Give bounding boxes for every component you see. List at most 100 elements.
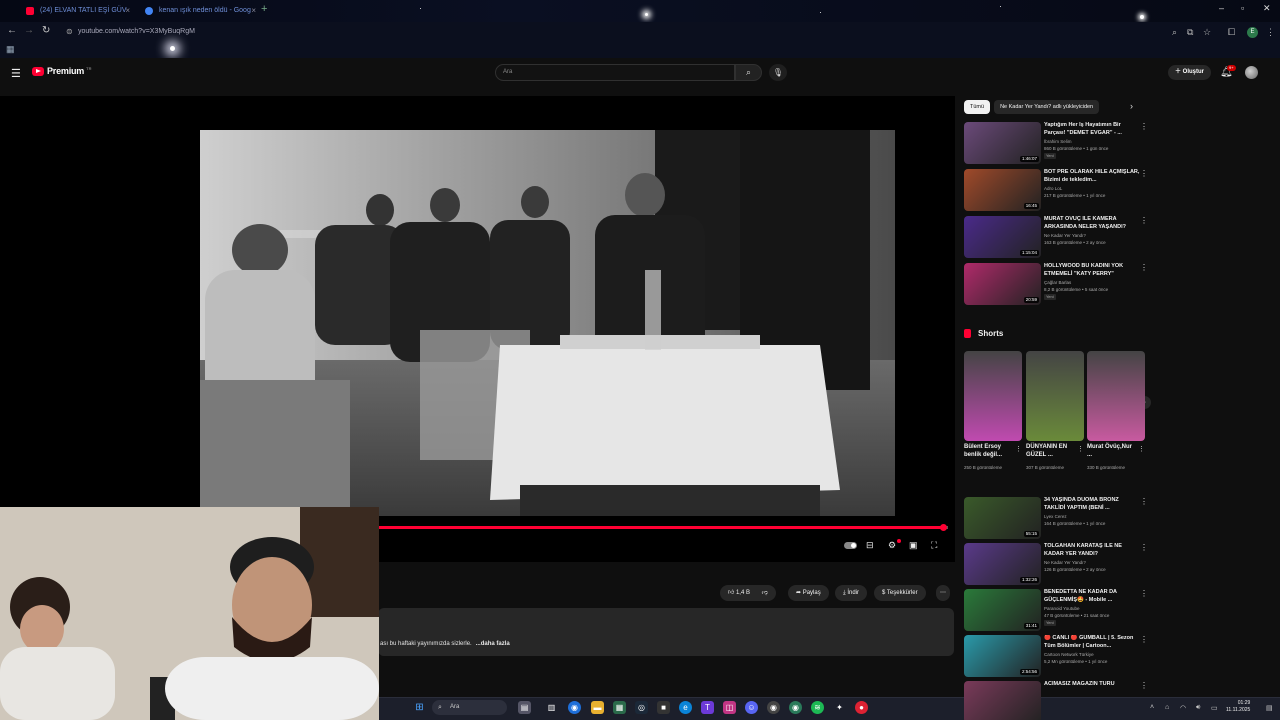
notification-center-icon[interactable]: ▤: [1266, 704, 1273, 712]
short-title[interactable]: Murat Övüç,Nur ...: [1087, 443, 1135, 459]
extensions-icon[interactable]: ⧠: [1228, 27, 1235, 38]
miniplayer-icon[interactable]: ▣: [909, 540, 918, 551]
more-vert-icon[interactable]: ⋮: [1140, 122, 1148, 131]
search-button[interactable]: ⌕: [735, 64, 762, 81]
video-title[interactable]: 34 YAŞINDA DUOMA BRONZ TAKLİDİ YAPTIM (B…: [1044, 497, 1140, 512]
instagram-icon[interactable]: ◫: [723, 701, 736, 714]
app-icon[interactable]: ●: [855, 701, 868, 714]
create-button[interactable]: ＋ Oluştur: [1168, 65, 1212, 80]
chrome-icon[interactable]: ◉: [568, 701, 581, 714]
channel-name[interactable]: İbrahim Selim: [1044, 139, 1072, 144]
forward-icon[interactable]: →: [24, 25, 34, 36]
edge-icon[interactable]: e: [679, 701, 692, 714]
recommended-video[interactable]: ACIMASIZ MAGAZİN TURU ⋮: [964, 681, 1149, 720]
description-more-link[interactable]: ...daha fazla: [476, 641, 510, 647]
video-thumbnail[interactable]: 31:41: [964, 589, 1041, 631]
channel-name[interactable]: Paranoid Youtube: [1044, 606, 1080, 611]
more-vert-icon[interactable]: ⋮: [1140, 589, 1148, 598]
file-explorer-icon[interactable]: ▬: [591, 701, 604, 714]
url-field[interactable]: ⊜ youtube.com/watch?v=X3MyBuqRgM: [62, 25, 1162, 39]
apps-grid-icon[interactable]: ▦: [6, 44, 15, 55]
recommended-video[interactable]: 1:32:26 TOLGAHAN KARATAŞ İLE NE KADAR YER…: [964, 543, 1149, 587]
thumbs-down-icon[interactable]: 👎︎: [762, 590, 768, 596]
windows-start-icon[interactable]: ⊞: [413, 701, 426, 714]
bookmark-star-icon[interactable]: ☆: [1203, 27, 1211, 38]
video-thumbnail[interactable]: 1:32:26: [964, 543, 1041, 585]
site-info-icon[interactable]: ⊜: [66, 25, 73, 39]
app-icon[interactable]: ✦: [833, 701, 846, 714]
video-title[interactable]: HOLLYWOOD BU KADINI YOK ETMEMELİ "KATY P…: [1044, 263, 1140, 278]
settings-gear-icon[interactable]: ⚙: [888, 540, 896, 551]
zoom-icon[interactable]: ⌕: [1172, 27, 1177, 38]
share-button[interactable]: ➦ Paylaş: [788, 585, 829, 601]
reload-icon[interactable]: ↻: [42, 25, 50, 36]
channel-name[interactable]: Ne Kadar Yer Yandı?: [1044, 560, 1086, 565]
more-vert-icon[interactable]: ⋮: [1140, 543, 1148, 552]
profile-avatar[interactable]: E: [1247, 27, 1258, 38]
browser-tab-google[interactable]: kenan ışık neden öldü - Goog ×: [137, 3, 259, 19]
taskbar-search[interactable]: ⌕ Ara: [432, 700, 507, 715]
video-thumbnail[interactable]: 1:46:07: [964, 122, 1041, 164]
download-button[interactable]: ⤓ İndir: [835, 585, 867, 601]
subtitles-icon[interactable]: ⊟: [866, 540, 874, 551]
short-title[interactable]: Bülent Ersoy benlik değil...: [964, 443, 1012, 459]
back-icon[interactable]: ←: [7, 25, 17, 36]
video-thumbnail[interactable]: 1:15:04: [964, 216, 1041, 258]
short-thumbnail[interactable]: [1026, 351, 1084, 441]
clock[interactable]: 01:29 11.11.2025: [1226, 700, 1250, 714]
epic-games-icon[interactable]: ■: [657, 701, 670, 714]
recommended-video[interactable]: 20:59 HOLLYWOOD BU KADINI YOK ETMEMELİ "K…: [964, 263, 1149, 307]
more-vert-icon[interactable]: ⋮: [1140, 216, 1148, 225]
volume-icon[interactable]: 🔊︎: [1196, 704, 1200, 712]
discord-icon[interactable]: ☺: [745, 701, 758, 714]
spotify-icon[interactable]: ≋: [811, 701, 824, 714]
tray-chevron-icon[interactable]: ˄: [1150, 704, 1154, 711]
recommended-video[interactable]: 16:45 BOT PRE OLARAK HİLE AÇMIŞLAR, Bizim…: [964, 169, 1149, 213]
like-button[interactable]: 👍︎ 1,4 B 👎︎: [720, 585, 776, 601]
short-thumbnail[interactable]: [1087, 351, 1145, 441]
short-thumbnail[interactable]: [964, 351, 1022, 441]
network-icon[interactable]: ⌂: [1165, 704, 1169, 711]
recommended-video[interactable]: 1:15:04 MURAT ÖVÜÇ İLE KAMERA ARKASINDA N…: [964, 216, 1149, 260]
recommended-video[interactable]: 55:15 34 YAŞINDA DUOMA BRONZ TAKLİDİ YAPT…: [964, 497, 1149, 541]
more-vert-icon[interactable]: ⋮: [1140, 263, 1148, 272]
recommended-video[interactable]: 31:41 BENEDETTA NE KADAR DA GÜÇLENMİŞ🤩 - …: [964, 589, 1149, 633]
video-title[interactable]: BENEDETTA NE KADAR DA GÜÇLENMİŞ🤩 - Mobil…: [1044, 589, 1140, 604]
video-title[interactable]: 🔴 CANLI 🔴 GUMBALL | 5. Sezon Tüm Bölümle…: [1044, 635, 1140, 650]
battery-icon[interactable]: ▭: [1211, 704, 1218, 712]
description-text[interactable]: ası bu haftaki yayınımızda sizlerle. ...d…: [380, 641, 510, 647]
teams-icon[interactable]: T: [701, 701, 714, 714]
video-title[interactable]: TOLGAHAN KARATAŞ İLE NE KADAR YER YANDI?: [1044, 543, 1140, 558]
video-thumbnail[interactable]: 20:59: [964, 263, 1041, 305]
more-vert-icon[interactable]: ⋮: [1138, 445, 1145, 453]
more-vert-icon[interactable]: ⋮: [1140, 681, 1148, 690]
short-title[interactable]: DÜNYANIN EN GÜZEL ...: [1026, 443, 1074, 459]
video-title[interactable]: MURAT ÖVÜÇ İLE KAMERA ARKASINDA NELER YA…: [1044, 216, 1140, 231]
maximize-icon[interactable]: ▫: [1241, 3, 1244, 13]
video-title[interactable]: BOT PRE OLARAK HİLE AÇMIŞLAR, Bizimi de …: [1044, 169, 1140, 184]
recommended-video[interactable]: 1:46:07 Yaptığım Her İş Hayatımın Bir Par…: [964, 122, 1149, 166]
close-tab-icon[interactable]: ×: [125, 3, 130, 19]
progress-scrubber[interactable]: [940, 524, 947, 531]
channel-name[interactable]: Adro LoL: [1044, 186, 1062, 191]
browser-menu-icon[interactable]: ⋮: [1266, 27, 1275, 38]
more-vert-icon[interactable]: ⋮: [1077, 445, 1084, 453]
task-view-icon[interactable]: ▤: [518, 701, 531, 714]
video-thumbnail[interactable]: [964, 681, 1041, 720]
voice-search-button[interactable]: 🎙︎: [769, 64, 787, 81]
video-thumbnail[interactable]: 55:15: [964, 497, 1041, 539]
hamburger-menu-icon[interactable]: ☰: [11, 67, 21, 80]
more-vert-icon[interactable]: ⋮: [1015, 445, 1022, 453]
more-vert-icon[interactable]: ⋮: [1140, 635, 1148, 644]
chips-next-icon[interactable]: ›: [1130, 101, 1133, 111]
chrome-profile-icon[interactable]: ◉: [767, 701, 780, 714]
app-icon[interactable]: ▦: [613, 701, 626, 714]
account-avatar[interactable]: [1245, 66, 1258, 79]
minimize-icon[interactable]: –: [1219, 3, 1224, 13]
channel-name[interactable]: Ne Kadar Yer Yandı?: [1044, 233, 1086, 238]
channel-name[interactable]: Cartoon Network Türkiye: [1044, 652, 1094, 657]
close-window-icon[interactable]: ✕: [1263, 3, 1271, 14]
autoplay-toggle[interactable]: [844, 542, 857, 549]
thanks-button[interactable]: $ Teşekkürler: [874, 585, 926, 601]
youtube-logo[interactable]: Premium TR: [32, 66, 91, 76]
